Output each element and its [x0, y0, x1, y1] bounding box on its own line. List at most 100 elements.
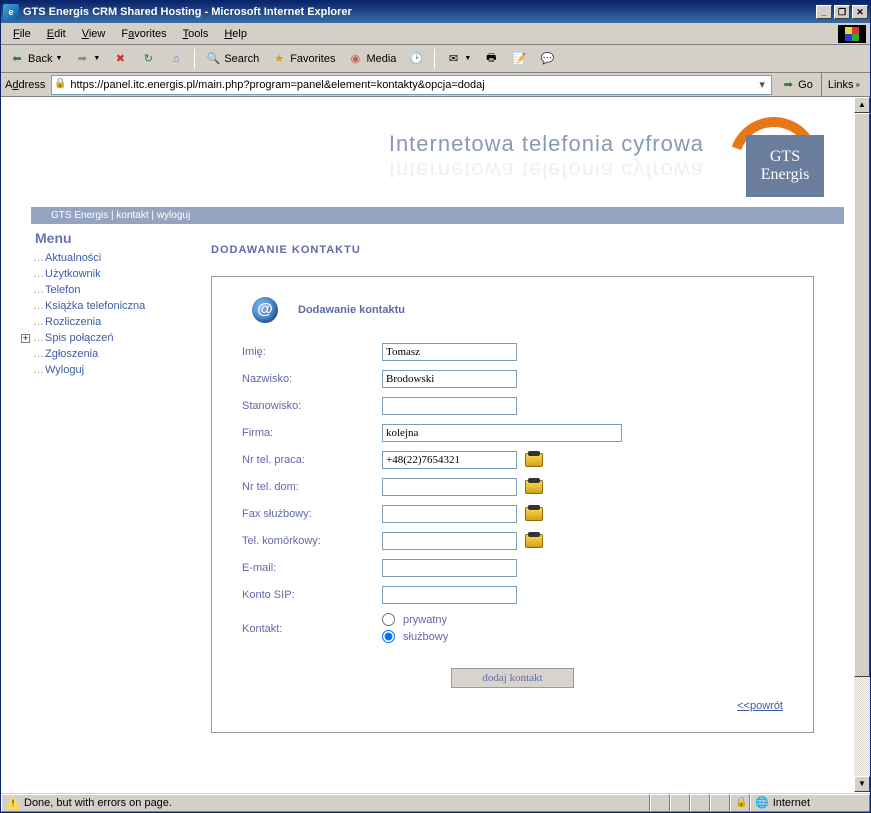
separator — [194, 49, 195, 69]
url-input-box[interactable]: 🔒 https://panel.itc.energis.pl/main.php?… — [51, 75, 772, 95]
history-icon: 🕑 — [408, 51, 424, 67]
sidebar-item-0[interactable]: Aktualności — [35, 250, 177, 266]
logo-line1: GTS — [770, 148, 800, 166]
close-button[interactable]: ✕ — [852, 5, 868, 19]
back-link[interactable]: <<powrót — [737, 700, 783, 712]
label-sip: Konto SIP: — [242, 589, 382, 601]
menu-favorites[interactable]: Favorites — [113, 26, 174, 42]
toolbar: ⬅ Back ▼ ➡ ▼ ✖ ↻ ⌂ 🔍Search ★Favorites ◉M… — [1, 45, 870, 73]
phone-icon[interactable] — [525, 453, 543, 467]
zone-text: Internet — [773, 797, 810, 809]
globe-icon: 🌐 — [755, 796, 769, 809]
at-icon: @ — [252, 297, 278, 323]
edit-button[interactable]: 📝 — [507, 49, 531, 69]
search-icon: 🔍 — [205, 51, 221, 67]
nav-contact[interactable]: kontakt — [116, 210, 148, 221]
phone-icon[interactable] — [525, 534, 543, 548]
phone-icon[interactable] — [525, 507, 543, 521]
favorites-button[interactable]: ★Favorites — [267, 49, 339, 69]
back-button[interactable]: ⬅ Back ▼ — [5, 49, 66, 69]
sidebar: Menu AktualnościUżytkownikTelefonKsiążka… — [31, 224, 181, 753]
input-komorka[interactable] — [382, 532, 517, 550]
input-nazwisko[interactable] — [382, 370, 517, 388]
sidebar-item-3[interactable]: Książka telefoniczna — [35, 298, 177, 314]
dropdown-icon: ▼ — [55, 55, 62, 62]
submit-button[interactable]: dodaj kontakt — [451, 668, 573, 688]
sidebar-item-2[interactable]: Telefon — [35, 282, 177, 298]
status-text: Done, but with errors on page. — [24, 797, 172, 809]
input-tel-praca[interactable] — [382, 451, 517, 469]
ie-icon: e — [3, 4, 19, 20]
input-firma[interactable] — [382, 424, 622, 442]
menu-title: Menu — [35, 230, 177, 246]
forward-icon: ➡ — [74, 51, 90, 67]
input-stanowisko[interactable] — [382, 397, 517, 415]
sidebar-item-1[interactable]: Użytkownik — [35, 266, 177, 282]
radio-label-sluzbowy: służbowy — [403, 631, 448, 643]
menu-help[interactable]: Help — [216, 26, 255, 42]
sidebar-item-7[interactable]: Wyloguj — [35, 362, 177, 378]
links-button[interactable]: Links » — [821, 73, 866, 96]
discuss-button[interactable]: 💬 — [535, 49, 559, 69]
mail-button[interactable]: ✉▼ — [441, 49, 475, 69]
sidebar-item-4[interactable]: Rozliczenia — [35, 314, 177, 330]
dropdown-icon: ▼ — [93, 55, 100, 62]
search-button[interactable]: 🔍Search — [201, 49, 263, 69]
menu-tools[interactable]: Tools — [175, 26, 217, 42]
input-email[interactable] — [382, 559, 517, 577]
separator — [434, 49, 435, 69]
media-icon: ◉ — [347, 51, 363, 67]
radio-prywatny[interactable] — [382, 613, 395, 626]
label-email: E-mail: — [242, 562, 382, 574]
label-imie: Imię: — [242, 346, 382, 358]
scroll-up-button[interactable]: ▲ — [854, 97, 870, 113]
menubar: File Edit View Favorites Tools Help — [1, 23, 870, 45]
input-tel-dom[interactable] — [382, 478, 517, 496]
forward-button[interactable]: ➡ ▼ — [70, 49, 104, 69]
radio-sluzbowy[interactable] — [382, 630, 395, 643]
vertical-scrollbar[interactable]: ▲ ▼ — [854, 97, 870, 792]
phone-icon[interactable] — [525, 480, 543, 494]
page-title: DODAWANIE KONTAKTU — [211, 244, 814, 256]
sidebar-item-6[interactable]: Zgłoszenia — [35, 346, 177, 362]
print-button[interactable]: 🖶 — [479, 49, 503, 69]
menu-view[interactable]: View — [74, 26, 114, 42]
history-button[interactable]: 🕑 — [404, 49, 428, 69]
minimize-button[interactable]: _ — [816, 5, 832, 19]
slogan-reflection: Internetowa telefonia cyfrowa — [389, 157, 704, 183]
label-tel-dom: Nr tel. dom: — [242, 481, 382, 493]
nav-brand[interactable]: GTS Energis — [51, 210, 108, 221]
sidebar-item-5[interactable]: Spis połączeń+ — [35, 330, 177, 346]
label-kontakt: Kontakt: — [242, 613, 382, 635]
stop-button[interactable]: ✖ — [108, 49, 132, 69]
input-sip[interactable] — [382, 586, 517, 604]
refresh-button[interactable]: ↻ — [136, 49, 160, 69]
maximize-button[interactable]: ❐ — [834, 5, 850, 19]
top-navbar: GTS Energis | kontakt | wyloguj — [31, 207, 844, 224]
input-fax[interactable] — [382, 505, 517, 523]
media-label: Media — [366, 53, 396, 65]
home-button[interactable]: ⌂ — [164, 49, 188, 69]
expand-icon[interactable]: + — [21, 334, 30, 343]
scroll-thumb[interactable] — [854, 113, 870, 677]
menu-file[interactable]: File — [5, 26, 39, 42]
go-icon: ➡ — [780, 77, 796, 93]
url-dropdown-icon[interactable]: ▾ — [755, 78, 769, 91]
label-fax: Fax służbowy: — [242, 508, 382, 520]
input-imie[interactable] — [382, 343, 517, 361]
back-label: Back — [28, 53, 52, 65]
go-label: Go — [798, 79, 813, 91]
media-button[interactable]: ◉Media — [343, 49, 400, 69]
go-button[interactable]: ➡ Go — [776, 77, 817, 93]
menu-edit[interactable]: Edit — [39, 26, 74, 42]
back-icon: ⬅ — [9, 51, 25, 67]
star-icon: ★ — [271, 51, 287, 67]
url-text: https://panel.itc.energis.pl/main.php?pr… — [70, 79, 755, 91]
scroll-down-button[interactable]: ▼ — [854, 776, 870, 792]
label-firma: Firma: — [242, 427, 382, 439]
address-label: Address — [5, 79, 45, 91]
statusbar: ! Done, but with errors on page. 🔒 🌐 Int… — [1, 792, 870, 812]
lock-icon: 🔒 — [735, 797, 747, 808]
print-icon: 🖶 — [483, 51, 499, 67]
nav-logout[interactable]: wyloguj — [157, 210, 190, 221]
